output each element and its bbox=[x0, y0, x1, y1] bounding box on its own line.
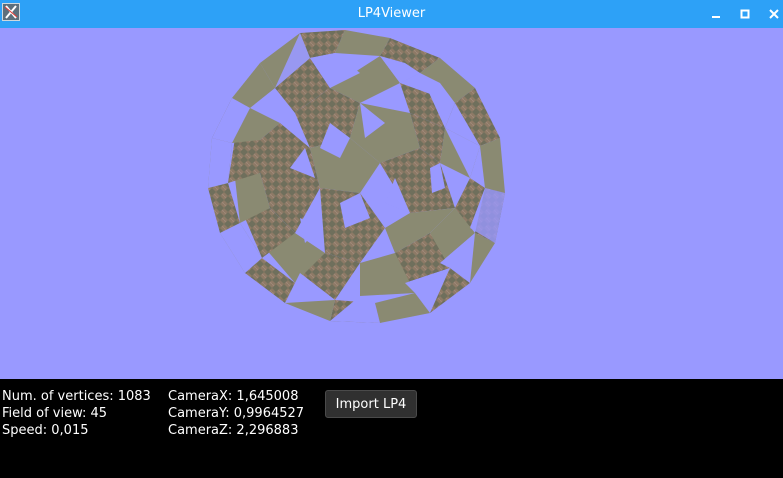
field-of-view: Field of view: 45 bbox=[2, 406, 108, 421]
maximize-icon[interactable] bbox=[732, 0, 758, 28]
sphere-mesh bbox=[208, 30, 505, 323]
window-title: LP4Viewer bbox=[357, 6, 426, 21]
camera-y: CameraY: 0,9964527 bbox=[168, 406, 305, 421]
minimize-icon[interactable] bbox=[703, 0, 729, 28]
camera-column: CameraX: 1,645008 CameraY: 0,9964527 Cam… bbox=[168, 388, 304, 439]
sphere-render bbox=[208, 30, 505, 323]
stats-column: Num. of vertices: 1083 Field of view: 45… bbox=[2, 388, 151, 439]
close-icon[interactable] bbox=[761, 0, 783, 28]
speed-value: Speed: 0,015 bbox=[2, 423, 89, 438]
camera-z: CameraZ: 2,296883 bbox=[168, 423, 299, 438]
title-bar[interactable]: LP4Viewer bbox=[0, 0, 783, 28]
camera-x: CameraX: 1,645008 bbox=[168, 389, 299, 404]
info-panel: Num. of vertices: 1083 Field of view: 45… bbox=[0, 379, 783, 478]
vertex-count: Num. of vertices: 1083 bbox=[2, 389, 151, 404]
import-lp4-button[interactable]: Import LP4 bbox=[325, 390, 417, 418]
app-window: LP4Viewer Num. of vertices: 1083 Field o… bbox=[0, 0, 783, 478]
3d-viewport[interactable] bbox=[0, 28, 783, 379]
